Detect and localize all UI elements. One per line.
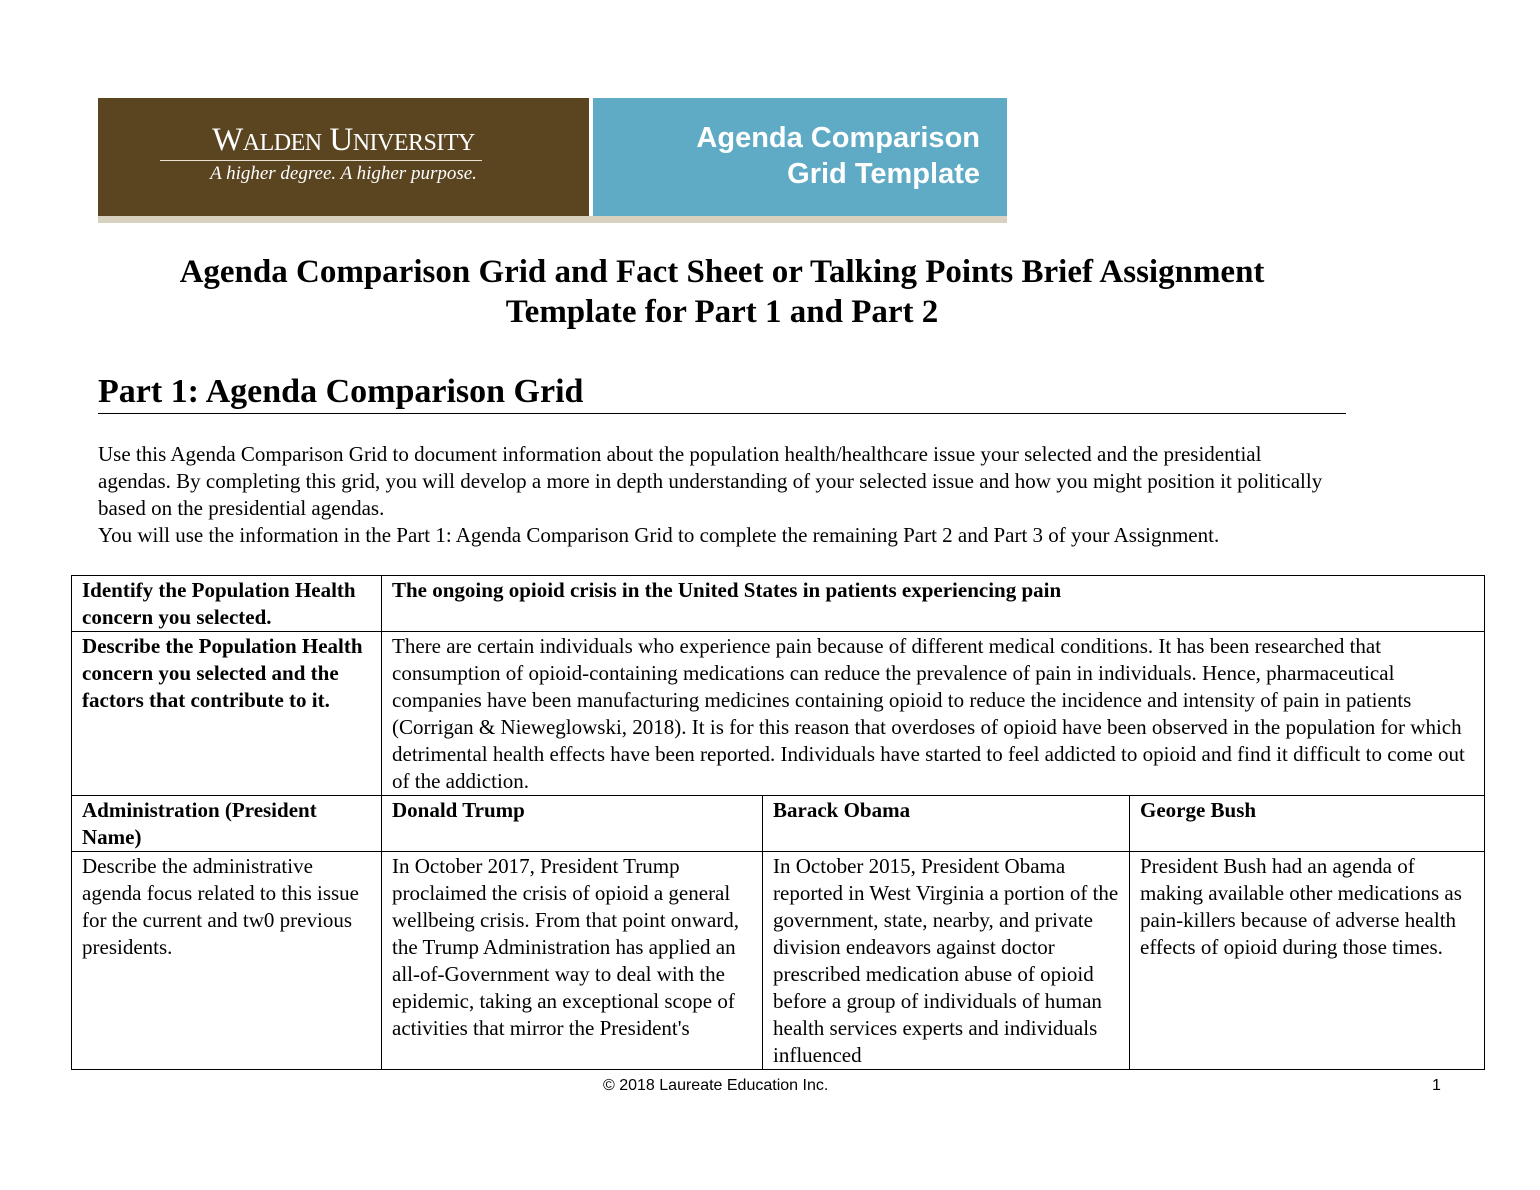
table-row: Administration (President Name) Donald T… [71,795,1486,852]
table-row: Describe the Population Health concern y… [71,631,1486,796]
header-banner: WALDEN UNIVERSITY A higher degree. A hig… [98,98,1007,224]
intro-paragraph: You will use the information in the Part… [98,523,1220,547]
document-title: Agenda Comparison Grid and Fact Sheet or… [98,252,1346,332]
row-label: Identify the Population Health concern y… [71,575,382,632]
university-logo-panel: WALDEN UNIVERSITY A higher degree. A hig… [98,98,589,216]
row-label: Describe the administrative agenda focus… [71,851,382,1070]
president-name-cell[interactable]: Barack Obama [762,795,1130,852]
document-title-line1: Agenda Comparison Grid and Fact Sheet or… [179,254,1265,290]
row-label: Administration (President Name) [71,795,382,852]
agenda-comparison-grid: Identify the Population Health concern y… [71,575,1486,1070]
concern-description[interactable]: There are certain individuals who experi… [380,631,1486,796]
agenda-cell[interactable]: President Bush had an agenda of making a… [1128,851,1486,1070]
template-title-panel: Agenda Comparison Grid Template [593,98,1007,216]
page-number: 1 [1432,1077,1441,1094]
table-row: Identify the Population Health concern y… [71,575,1486,632]
president-name-cell[interactable]: George Bush [1128,795,1486,852]
population-health-concern[interactable]: The ongoing opioid crisis in the United … [380,575,1486,632]
intro-paragraph: Use this Agenda Comparison Grid to docum… [98,442,1323,520]
banner-accent-strip [98,216,1007,223]
table-row: Describe the administrative agenda focus… [71,851,1486,1070]
intro-text: Use this Agenda Comparison Grid to docum… [98,441,1338,549]
document-title-line2: Template for Part 1 and Part 2 [505,294,939,330]
university-tagline: A higher degree. A higher purpose. [210,163,477,184]
agenda-cell[interactable]: In October 2015, President Obama reporte… [762,851,1130,1070]
part1-heading: Part 1: Agenda Comparison Grid [98,372,1346,414]
agenda-cell[interactable]: In October 2017, President Trump proclai… [381,851,763,1070]
president-name-cell[interactable]: Donald Trump [381,795,763,852]
logo-divider [160,160,482,161]
template-title-line1: Agenda Comparison [696,122,980,154]
footer-copyright: © 2018 Laureate Education Inc. [603,1077,829,1094]
template-title-line2: Grid Template [787,158,980,190]
row-label: Describe the Population Health concern y… [71,631,382,796]
university-name: WALDEN UNIVERSITY [212,122,475,158]
template-title: Agenda Comparison Grid Template [696,120,980,192]
